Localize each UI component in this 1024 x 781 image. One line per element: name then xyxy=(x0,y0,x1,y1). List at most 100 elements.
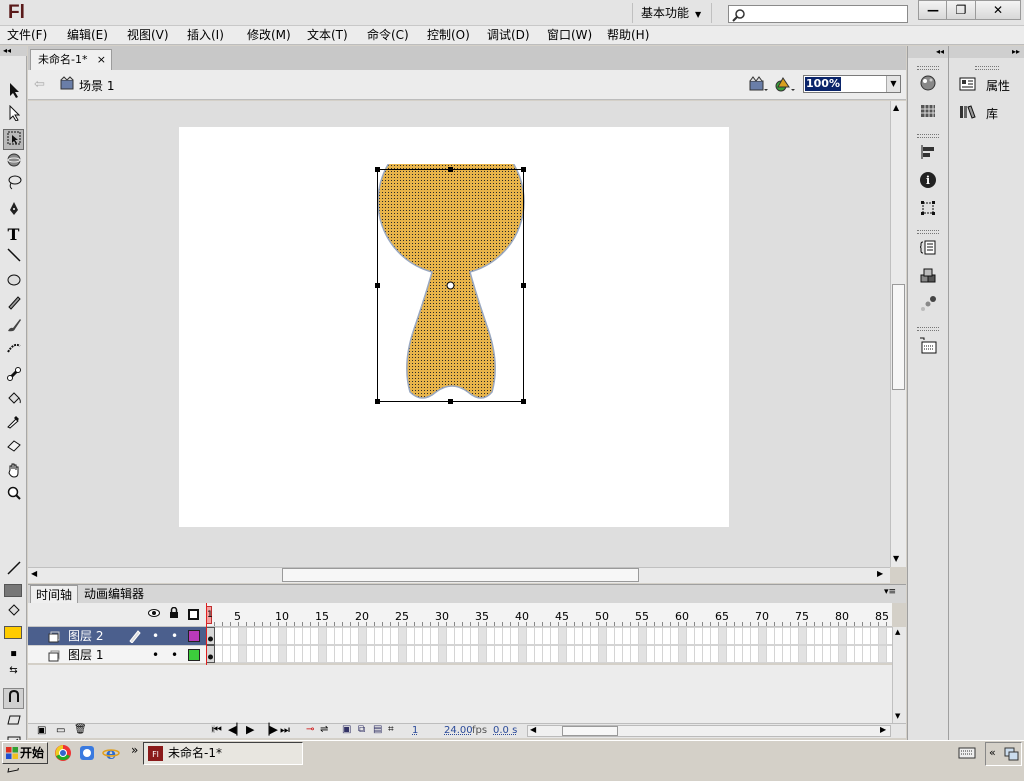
selected-shape[interactable] xyxy=(372,164,530,408)
text-tool-icon[interactable]: T xyxy=(3,224,24,245)
chrome-icon[interactable] xyxy=(54,744,72,765)
current-frame[interactable]: 1 xyxy=(412,725,418,736)
scroll-right-icon[interactable]: ▶ xyxy=(880,725,886,734)
scroll-left-icon[interactable]: ◀ xyxy=(530,725,536,734)
horizontal-scroll-thumb[interactable] xyxy=(282,568,639,582)
deco-tool-icon[interactable] xyxy=(3,340,24,361)
frames-layer-2[interactable] xyxy=(206,627,892,645)
quick-launch-more-icon[interactable]: » xyxy=(131,743,138,757)
edit-symbols-icon[interactable] xyxy=(775,76,797,95)
panel-menu-icon[interactable]: ▾≡ xyxy=(884,587,896,597)
go-to-last-frame-icon[interactable]: ⏭ xyxy=(280,723,290,737)
ie-icon[interactable]: e xyxy=(102,744,120,765)
stroke-color-swatch[interactable] xyxy=(4,584,22,597)
frames-layer-1[interactable] xyxy=(206,645,892,663)
menu-text[interactable]: 文本(T) xyxy=(307,27,348,43)
lock-dot[interactable]: • xyxy=(171,646,178,664)
minimize-button[interactable]: — xyxy=(918,0,948,20)
line-tool-icon[interactable] xyxy=(3,247,24,268)
free-transform-tool-icon[interactable] xyxy=(3,129,24,150)
show-hidden-icons[interactable]: « xyxy=(989,746,996,759)
fill-color-icon[interactable] xyxy=(3,602,24,623)
scroll-left-icon[interactable]: ◀ xyxy=(31,569,37,578)
workspace-switcher[interactable]: 基本功能 ▼ xyxy=(632,3,712,23)
properties-panel-label[interactable]: 属性 xyxy=(986,77,1010,94)
panel-grip[interactable] xyxy=(917,134,939,138)
visibility-dot[interactable]: • xyxy=(152,646,159,664)
transform-handle[interactable] xyxy=(521,167,526,172)
timeline-scroll-thumb[interactable] xyxy=(562,726,618,736)
menu-view[interactable]: 视图(V) xyxy=(127,27,169,43)
collapse-icon[interactable]: ◂◂ xyxy=(0,46,27,56)
tab-motion-editor[interactable]: 动画编辑器 xyxy=(79,585,149,603)
menu-window[interactable]: 窗口(W) xyxy=(547,27,592,43)
eraser-tool-icon[interactable] xyxy=(3,436,24,457)
eye-icon[interactable] xyxy=(148,607,160,622)
collapse-icon[interactable]: ◂◂ xyxy=(908,46,948,58)
keyboard-icon[interactable] xyxy=(958,746,976,763)
transform-handle[interactable] xyxy=(448,399,453,404)
delete-layer-icon[interactable]: 🗑 xyxy=(74,724,87,735)
properties-icon[interactable] xyxy=(959,76,977,95)
tab-timeline[interactable]: 时间轴 xyxy=(30,585,79,603)
panel-grip[interactable] xyxy=(975,66,999,70)
zoom-select[interactable]: 100% ▼ xyxy=(803,75,901,93)
new-layer-icon[interactable]: ▣ xyxy=(37,725,46,736)
eyedropper-tool-icon[interactable] xyxy=(3,413,24,434)
menu-control[interactable]: 控制(O) xyxy=(427,27,470,43)
oval-tool-icon[interactable] xyxy=(3,271,24,292)
menu-commands[interactable]: 命令(C) xyxy=(367,27,409,43)
edit-multiple-frames-icon[interactable]: ▤ xyxy=(373,724,382,735)
close-button[interactable]: ✕ xyxy=(975,0,1021,20)
transform-handle[interactable] xyxy=(448,167,453,172)
actions-icon[interactable] xyxy=(917,239,939,261)
swap-colors-icon[interactable]: ⇆ xyxy=(3,660,24,681)
hand-tool-icon[interactable] xyxy=(3,462,24,483)
scroll-up-icon[interactable]: ▲ xyxy=(895,628,900,636)
scroll-down-icon[interactable]: ▼ xyxy=(895,712,900,720)
lock-icon[interactable] xyxy=(168,606,180,622)
pen-tool-icon[interactable] xyxy=(3,201,24,222)
brush-tool-icon[interactable] xyxy=(3,317,24,338)
transform-handle[interactable] xyxy=(375,399,380,404)
project-icon[interactable] xyxy=(917,336,939,358)
layer-color-swatch[interactable] xyxy=(188,649,200,661)
color-icon[interactable] xyxy=(917,74,939,96)
timeline-vertical-scrollbar[interactable]: ▲ ▼ xyxy=(892,627,906,724)
panel-grip[interactable] xyxy=(917,66,939,70)
play-icon[interactable]: ▶ xyxy=(246,723,254,736)
frame-rate[interactable]: 24.00 xyxy=(444,725,473,736)
layer-color-swatch[interactable] xyxy=(188,630,200,642)
stage-vertical-scrollbar[interactable]: ▲ ▼ xyxy=(890,101,906,567)
new-folder-icon[interactable]: ▭ xyxy=(56,725,65,736)
align-icon[interactable] xyxy=(917,143,939,165)
lock-dot[interactable]: • xyxy=(171,627,178,645)
menu-help[interactable]: 帮助(H) xyxy=(607,27,649,43)
swatches-icon[interactable] xyxy=(917,102,939,124)
info-icon[interactable]: i xyxy=(917,171,939,193)
paint-bucket-tool-icon[interactable] xyxy=(3,390,24,411)
layer-row-1[interactable]: 图层 1 • • xyxy=(28,645,206,663)
transform-handle[interactable] xyxy=(375,283,380,288)
loop-icon[interactable]: ⇌ xyxy=(320,724,328,735)
scroll-right-icon[interactable]: ▶ xyxy=(877,569,883,578)
library-panel-label[interactable]: 库 xyxy=(986,105,998,122)
panel-grip[interactable] xyxy=(917,230,939,234)
components-icon[interactable] xyxy=(917,267,939,289)
transform-handle[interactable] xyxy=(521,399,526,404)
start-button[interactable]: 开始 xyxy=(2,742,48,764)
panel-grip[interactable] xyxy=(917,327,939,331)
lasso-tool-icon[interactable] xyxy=(3,174,24,195)
vertical-scroll-thumb[interactable] xyxy=(892,284,905,390)
restore-button[interactable]: ❐ xyxy=(946,0,976,20)
expand-icon[interactable]: ▸▸ xyxy=(949,46,1024,58)
transform-point[interactable] xyxy=(446,281,455,290)
layer-row-2[interactable]: 图层 2 • • xyxy=(28,627,206,645)
snap-to-objects-icon[interactable] xyxy=(3,688,24,709)
scroll-down-icon[interactable]: ▼ xyxy=(893,554,899,563)
close-tab-icon[interactable]: × xyxy=(97,50,106,70)
document-tab[interactable]: 未命名-1* × xyxy=(30,49,112,70)
go-to-first-frame-icon[interactable]: ⏮ xyxy=(212,723,222,737)
transform-icon[interactable] xyxy=(917,199,939,221)
outline-icon[interactable] xyxy=(188,609,199,620)
